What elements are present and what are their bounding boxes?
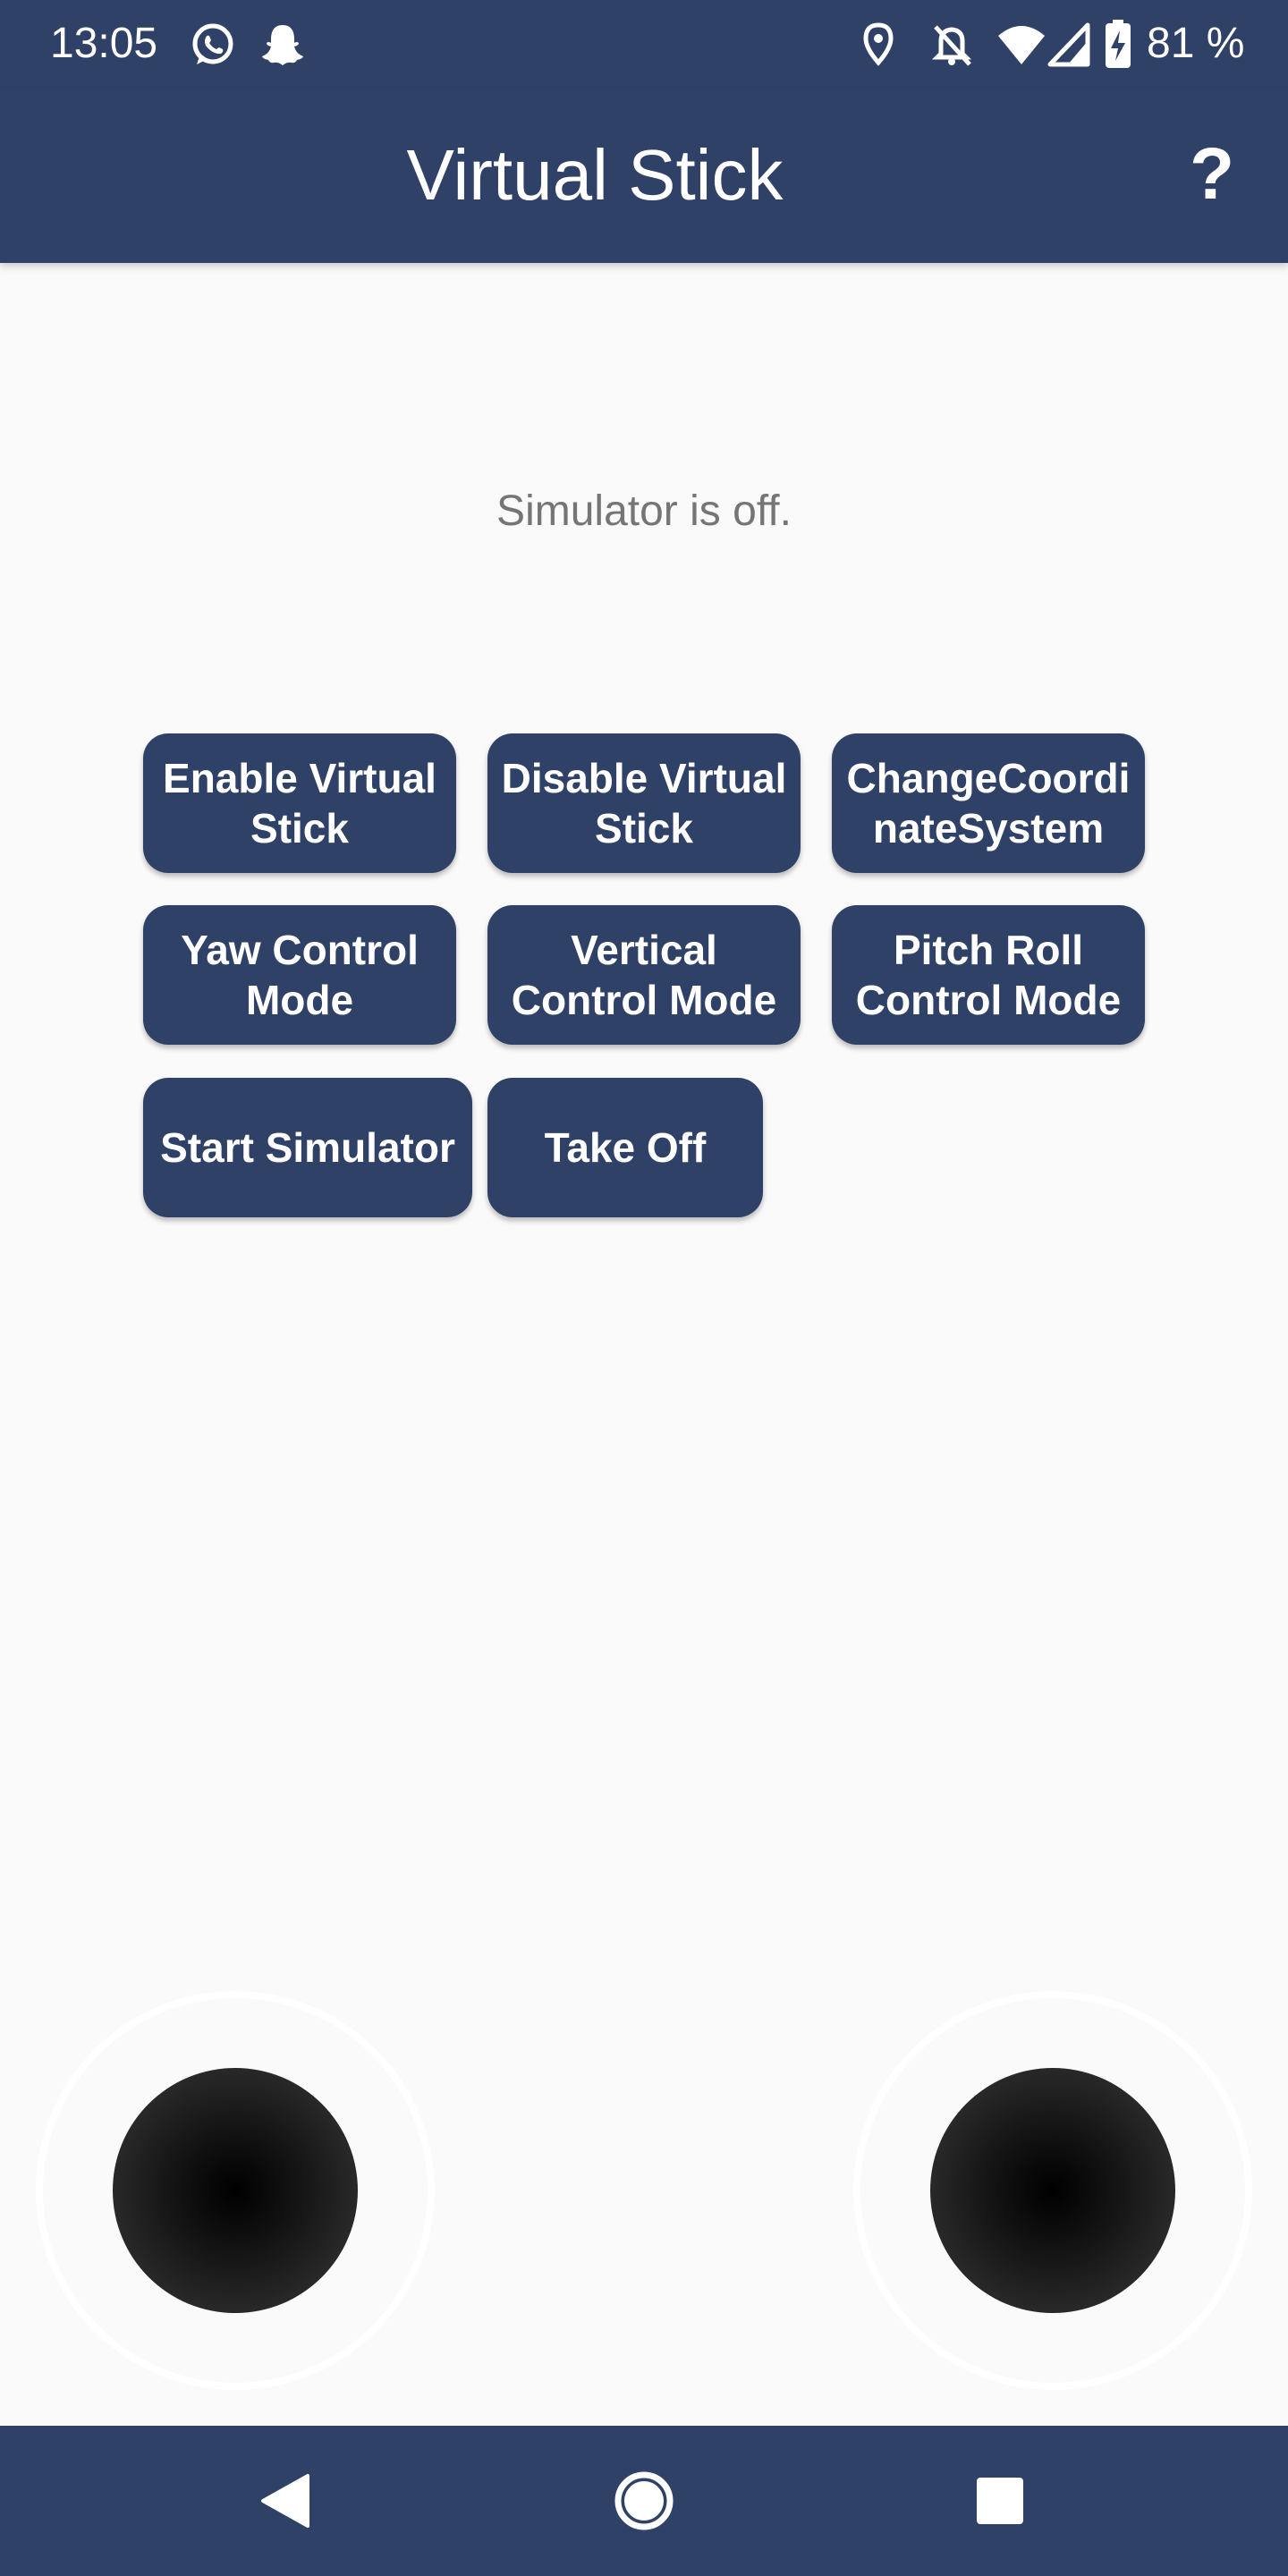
right-joystick-knob[interactable] (930, 2068, 1175, 2313)
simulator-status-text: Simulator is off. (496, 487, 792, 535)
battery-level: 81 % (1147, 20, 1245, 67)
cell-signal-icon (1046, 20, 1097, 70)
help-button[interactable]: ? (1181, 134, 1243, 215)
app-bar: Virtual Stick ? (0, 88, 1288, 263)
take-off-button[interactable]: Take Off (487, 1078, 763, 1217)
change-coordinate-system-button[interactable]: ChangeCoordinateSystem (832, 733, 1145, 873)
pitch-roll-control-mode-button[interactable]: Pitch Roll Control Mode (832, 905, 1145, 1045)
disable-virtual-stick-button[interactable]: Disable Virtual Stick (487, 733, 801, 873)
status-time: 13:05 (50, 20, 158, 67)
left-joystick-knob[interactable] (113, 2068, 358, 2313)
yaw-control-mode-button[interactable]: Yaw Control Mode (143, 905, 456, 1045)
page-title: Virtual Stick (406, 135, 784, 215)
start-simulator-button[interactable]: Start Simulator (143, 1078, 472, 1217)
battery-charging-icon (1098, 20, 1138, 70)
home-icon[interactable] (599, 2456, 689, 2546)
vertical-control-mode-button[interactable]: Vertical Control Mode (487, 905, 801, 1045)
back-icon[interactable] (242, 2456, 331, 2546)
location-icon (853, 20, 903, 70)
snapchat-icon (258, 20, 308, 70)
status-bar: 13:05 81 % (0, 0, 1288, 88)
enable-virtual-stick-button[interactable]: Enable Virtual Stick (143, 733, 456, 873)
notifications-off-icon (927, 20, 977, 70)
recents-icon[interactable] (955, 2456, 1045, 2546)
whatsapp-icon (188, 20, 238, 70)
navigation-bar (0, 2426, 1288, 2576)
wifi-icon (996, 20, 1046, 70)
